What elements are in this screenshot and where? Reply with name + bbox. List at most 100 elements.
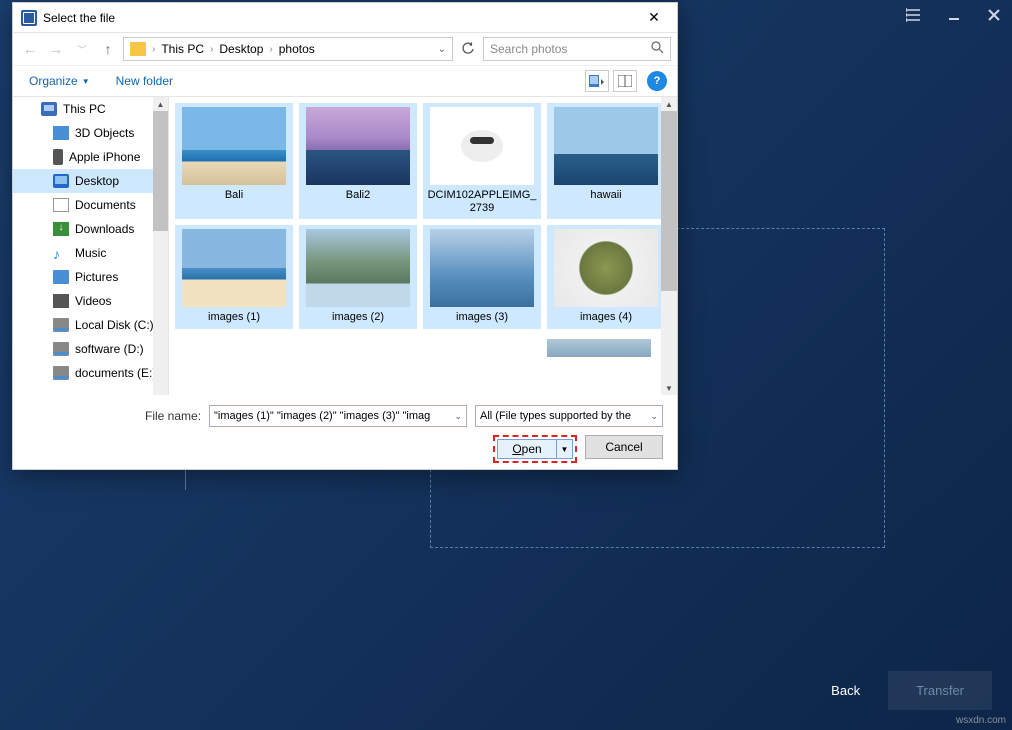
view-mode-button[interactable] [585,70,609,92]
file-item[interactable]: Bali [175,103,293,219]
file-thumbnail[interactable] [547,339,651,357]
tree-item-desktop[interactable]: Desktop [13,169,168,193]
filetype-select[interactable]: All (File types supported by the ⌄ [475,405,663,427]
dialog-nav: ← → ﹀ ↑ › This PC › Desktop › photos ⌄ S… [13,33,677,65]
breadcrumb-segment[interactable]: Desktop [215,40,267,58]
tree-scroll-thumb[interactable] [153,111,168,231]
tree-item-pictures[interactable]: Pictures [13,265,168,289]
filename-label: File name: [145,409,201,423]
phone-icon [53,149,63,165]
file-item[interactable]: images (1) [175,225,293,328]
refresh-icon[interactable] [457,38,479,60]
tree-item-label: Pictures [75,270,118,284]
files-scroll-up[interactable]: ▲ [661,97,677,111]
tree-item-label: documents (E:) [75,366,156,380]
nav-up-icon[interactable]: ↑ [97,38,119,60]
files-scroll-down[interactable]: ▼ [661,381,677,395]
tree-item-label: Videos [75,294,111,308]
folder-icon [130,42,146,56]
dialog-title: Select the file [43,11,639,25]
dialog-icon [21,10,37,26]
disk-icon [53,366,69,380]
file-item[interactable]: images (4) [547,225,665,328]
tree-item-software-d-[interactable]: software (D:) [13,337,168,361]
new-folder-button[interactable]: New folder [110,70,179,92]
disk-icon [53,342,69,356]
dialog-main: This PC 3D Objects Apple iPhone Desktop Docu… [13,97,677,395]
nav-recent-icon[interactable]: ﹀ [71,38,93,60]
open-split-dropdown[interactable]: ▼ [557,439,573,459]
tree-item-local-disk-c-[interactable]: Local Disk (C:) [13,313,168,337]
minimize-button[interactable] [944,5,964,25]
search-input[interactable]: Search photos [483,37,671,61]
file-label: images (1) [179,311,289,324]
tree-item-label: Local Disk (C:) [75,318,154,332]
file-item[interactable]: DCIM102APPLEIMG_2739 [423,103,541,219]
breadcrumb-segment[interactable]: This PC [157,40,208,58]
nav-back-icon[interactable]: ← [19,38,41,60]
organize-menu[interactable]: Organize ▼ [23,70,96,92]
file-item[interactable]: images (3) [423,225,541,328]
file-label: images (4) [551,311,661,324]
file-item[interactable]: Bali2 [299,103,417,219]
music-icon [53,246,69,260]
disk-icon [53,318,69,332]
filetype-dropdown-icon[interactable]: ⌄ [650,411,658,422]
dialog-toolbar: Organize ▼ New folder ? [13,65,677,97]
doc-icon [53,198,69,212]
tree-item-documents[interactable]: Documents [13,193,168,217]
file-label: Bali [179,189,289,202]
file-label: images (2) [303,311,413,324]
tree-item-label: Music [75,246,106,260]
file-item[interactable]: images (2) [299,225,417,328]
monitor-icon [53,174,69,188]
address-dropdown-icon[interactable]: ⌄ [434,44,450,55]
tree-item-music[interactable]: Music [13,241,168,265]
tree-item-videos[interactable]: Videos [13,289,168,313]
file-thumbnail [430,107,534,185]
preview-pane-button[interactable] [613,70,637,92]
tree-item-documents-e-[interactable]: documents (E:) [13,361,168,385]
file-pane[interactable]: Bali Bali2 DCIM102APPLEIMG_2739 hawaii image… [169,97,677,395]
file-label: Bali2 [303,189,413,202]
chevron-right-icon[interactable]: › [269,44,272,55]
tree-item-label: This PC [63,102,106,116]
nav-tree: This PC 3D Objects Apple iPhone Desktop Docu… [13,97,169,395]
close-button[interactable] [984,5,1004,25]
tree-item-label: Desktop [75,174,119,188]
filename-input[interactable]: "images (1)" "images (2)" "images (3)" "… [209,405,467,427]
dialog-bottom: File name: "images (1)" "images (2)" "im… [13,395,677,475]
tree-item-3d-objects[interactable]: 3D Objects [13,121,168,145]
tree-item-downloads[interactable]: Downloads [13,217,168,241]
open-button[interactable]: Open ▼ [497,439,573,459]
file-label: hawaii [551,189,661,202]
file-dialog: Select the file ✕ ← → ﹀ ↑ › This PC › De… [12,2,678,470]
file-thumbnail [554,229,658,307]
chevron-right-icon[interactable]: › [210,44,213,55]
address-bar[interactable]: › This PC › Desktop › photos ⌄ [123,37,453,61]
chevron-right-icon[interactable]: › [152,44,155,55]
breadcrumb-segment[interactable]: photos [275,40,319,58]
list-icon[interactable] [904,5,924,25]
search-placeholder: Search photos [490,42,567,56]
tree-item-label: 3D Objects [75,126,134,140]
files-scroll-thumb[interactable] [661,111,677,291]
tree-item-this-pc[interactable]: This PC [13,97,168,121]
file-item[interactable]: hawaii [547,103,665,219]
app-footer: Back Transfer [813,671,992,710]
tree-item-label: Documents [75,198,136,212]
cancel-button[interactable]: Cancel [585,435,663,459]
dialog-titlebar: Select the file ✕ [13,3,677,33]
filename-dropdown-icon[interactable]: ⌄ [454,411,462,422]
help-icon[interactable]: ? [647,71,667,91]
search-icon [651,41,664,57]
open-button-highlight: Open ▼ [493,435,577,463]
tree-scroll-up[interactable]: ▲ [153,97,168,111]
back-button[interactable]: Back [813,673,878,708]
nav-forward-icon: → [45,38,67,60]
dialog-close-button[interactable]: ✕ [639,8,669,28]
file-thumbnail [554,107,658,185]
tree-item-apple-iphone[interactable]: Apple iPhone [13,145,168,169]
file-thumbnail [182,107,286,185]
file-label: DCIM102APPLEIMG_2739 [427,189,537,215]
